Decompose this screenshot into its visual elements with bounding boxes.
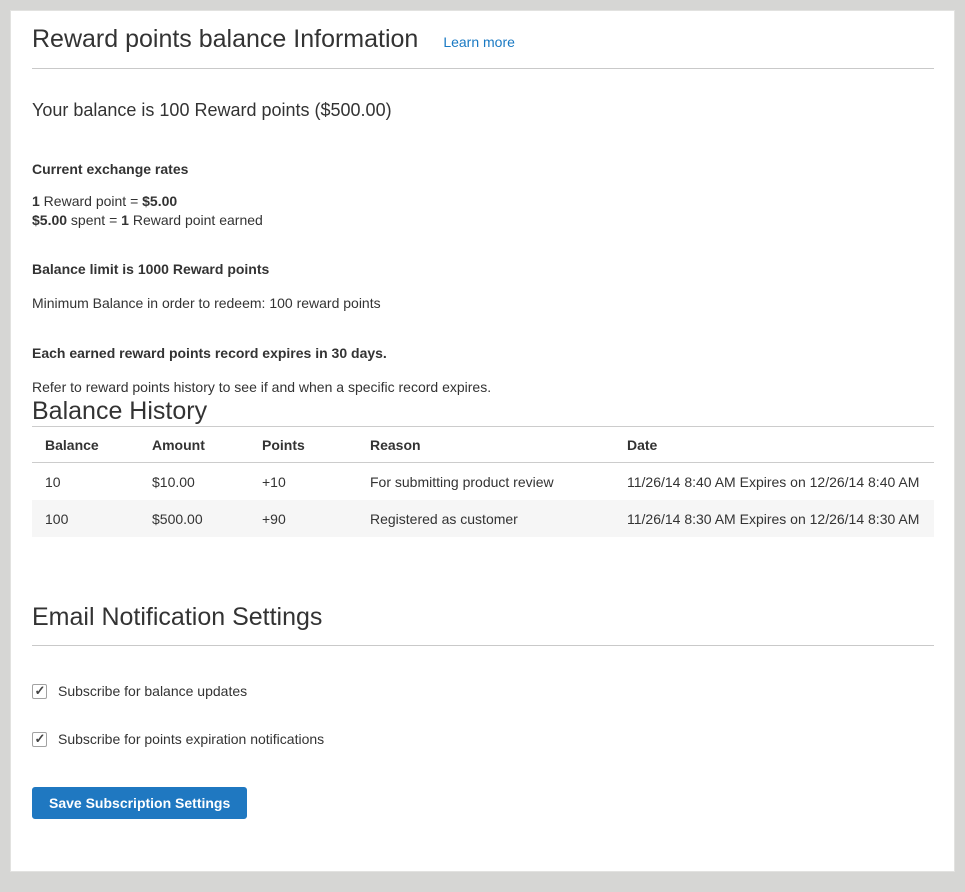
page-title: Reward points balance Information: [32, 25, 418, 54]
exchange-rates-lines: 1 Reward point = $5.00 $5.00 spent = 1 R…: [32, 192, 934, 231]
balance-summary: Your balance is 100 Reward points ($500.…: [32, 98, 934, 123]
table-row: 100 $500.00 +90 Registered as customer 1…: [32, 500, 934, 537]
cell-amount: $500.00: [139, 500, 249, 537]
spend-rate-line: $5.00 spent = 1 Reward point earned: [32, 212, 263, 228]
cell-date: 11/26/14 8:40 AM Expires on 12/26/14 8:4…: [614, 463, 934, 501]
minimum-balance-text: Minimum Balance in order to redeem: 100 …: [32, 294, 934, 313]
learn-more-link[interactable]: Learn more: [443, 34, 515, 50]
cell-balance: 100: [32, 500, 139, 537]
cell-balance: 10: [32, 463, 139, 501]
table-row: 10 $10.00 +10 For submitting product rev…: [32, 463, 934, 501]
email-settings-header: Email Notification Settings: [32, 603, 934, 646]
column-header-balance: Balance: [32, 427, 139, 463]
column-header-date: Date: [614, 427, 934, 463]
subscribe-expiration-checkbox[interactable]: [32, 732, 47, 747]
cell-amount: $10.00: [139, 463, 249, 501]
expiration-notice: Each earned reward points record expires…: [32, 344, 934, 363]
balance-history-heading: Balance History: [32, 397, 934, 426]
save-subscription-settings-button[interactable]: Save Subscription Settings: [32, 787, 247, 819]
page-header: Reward points balance Information Learn …: [32, 25, 934, 69]
column-header-amount: Amount: [139, 427, 249, 463]
subscribe-expiration-label[interactable]: Subscribe for points expiration notifica…: [58, 731, 324, 747]
balance-history-table: Balance Amount Points Reason Date 10 $10…: [32, 426, 934, 537]
email-settings-heading: Email Notification Settings: [32, 603, 934, 632]
cell-date: 11/26/14 8:30 AM Expires on 12/26/14 8:3…: [614, 500, 934, 537]
expiration-hint: Refer to reward points history to see if…: [32, 378, 934, 397]
earn-rate-line: 1 Reward point = $5.00: [32, 193, 177, 209]
subscribe-expiration-row: Subscribe for points expiration notifica…: [32, 731, 934, 747]
subscribe-balance-updates-label[interactable]: Subscribe for balance updates: [58, 683, 247, 699]
column-header-points: Points: [249, 427, 357, 463]
column-header-reason: Reason: [357, 427, 614, 463]
subscribe-balance-updates-checkbox[interactable]: [32, 684, 47, 699]
subscribe-balance-updates-row: Subscribe for balance updates: [32, 683, 934, 699]
cell-reason: For submitting product review: [357, 463, 614, 501]
exchange-rates-heading: Current exchange rates: [32, 160, 934, 179]
cell-points: +10: [249, 463, 357, 501]
cell-reason: Registered as customer: [357, 500, 614, 537]
reward-points-panel: Reward points balance Information Learn …: [10, 10, 955, 872]
table-header-row: Balance Amount Points Reason Date: [32, 427, 934, 463]
balance-limit-text: Balance limit is 1000 Reward points: [32, 260, 934, 279]
cell-points: +90: [249, 500, 357, 537]
